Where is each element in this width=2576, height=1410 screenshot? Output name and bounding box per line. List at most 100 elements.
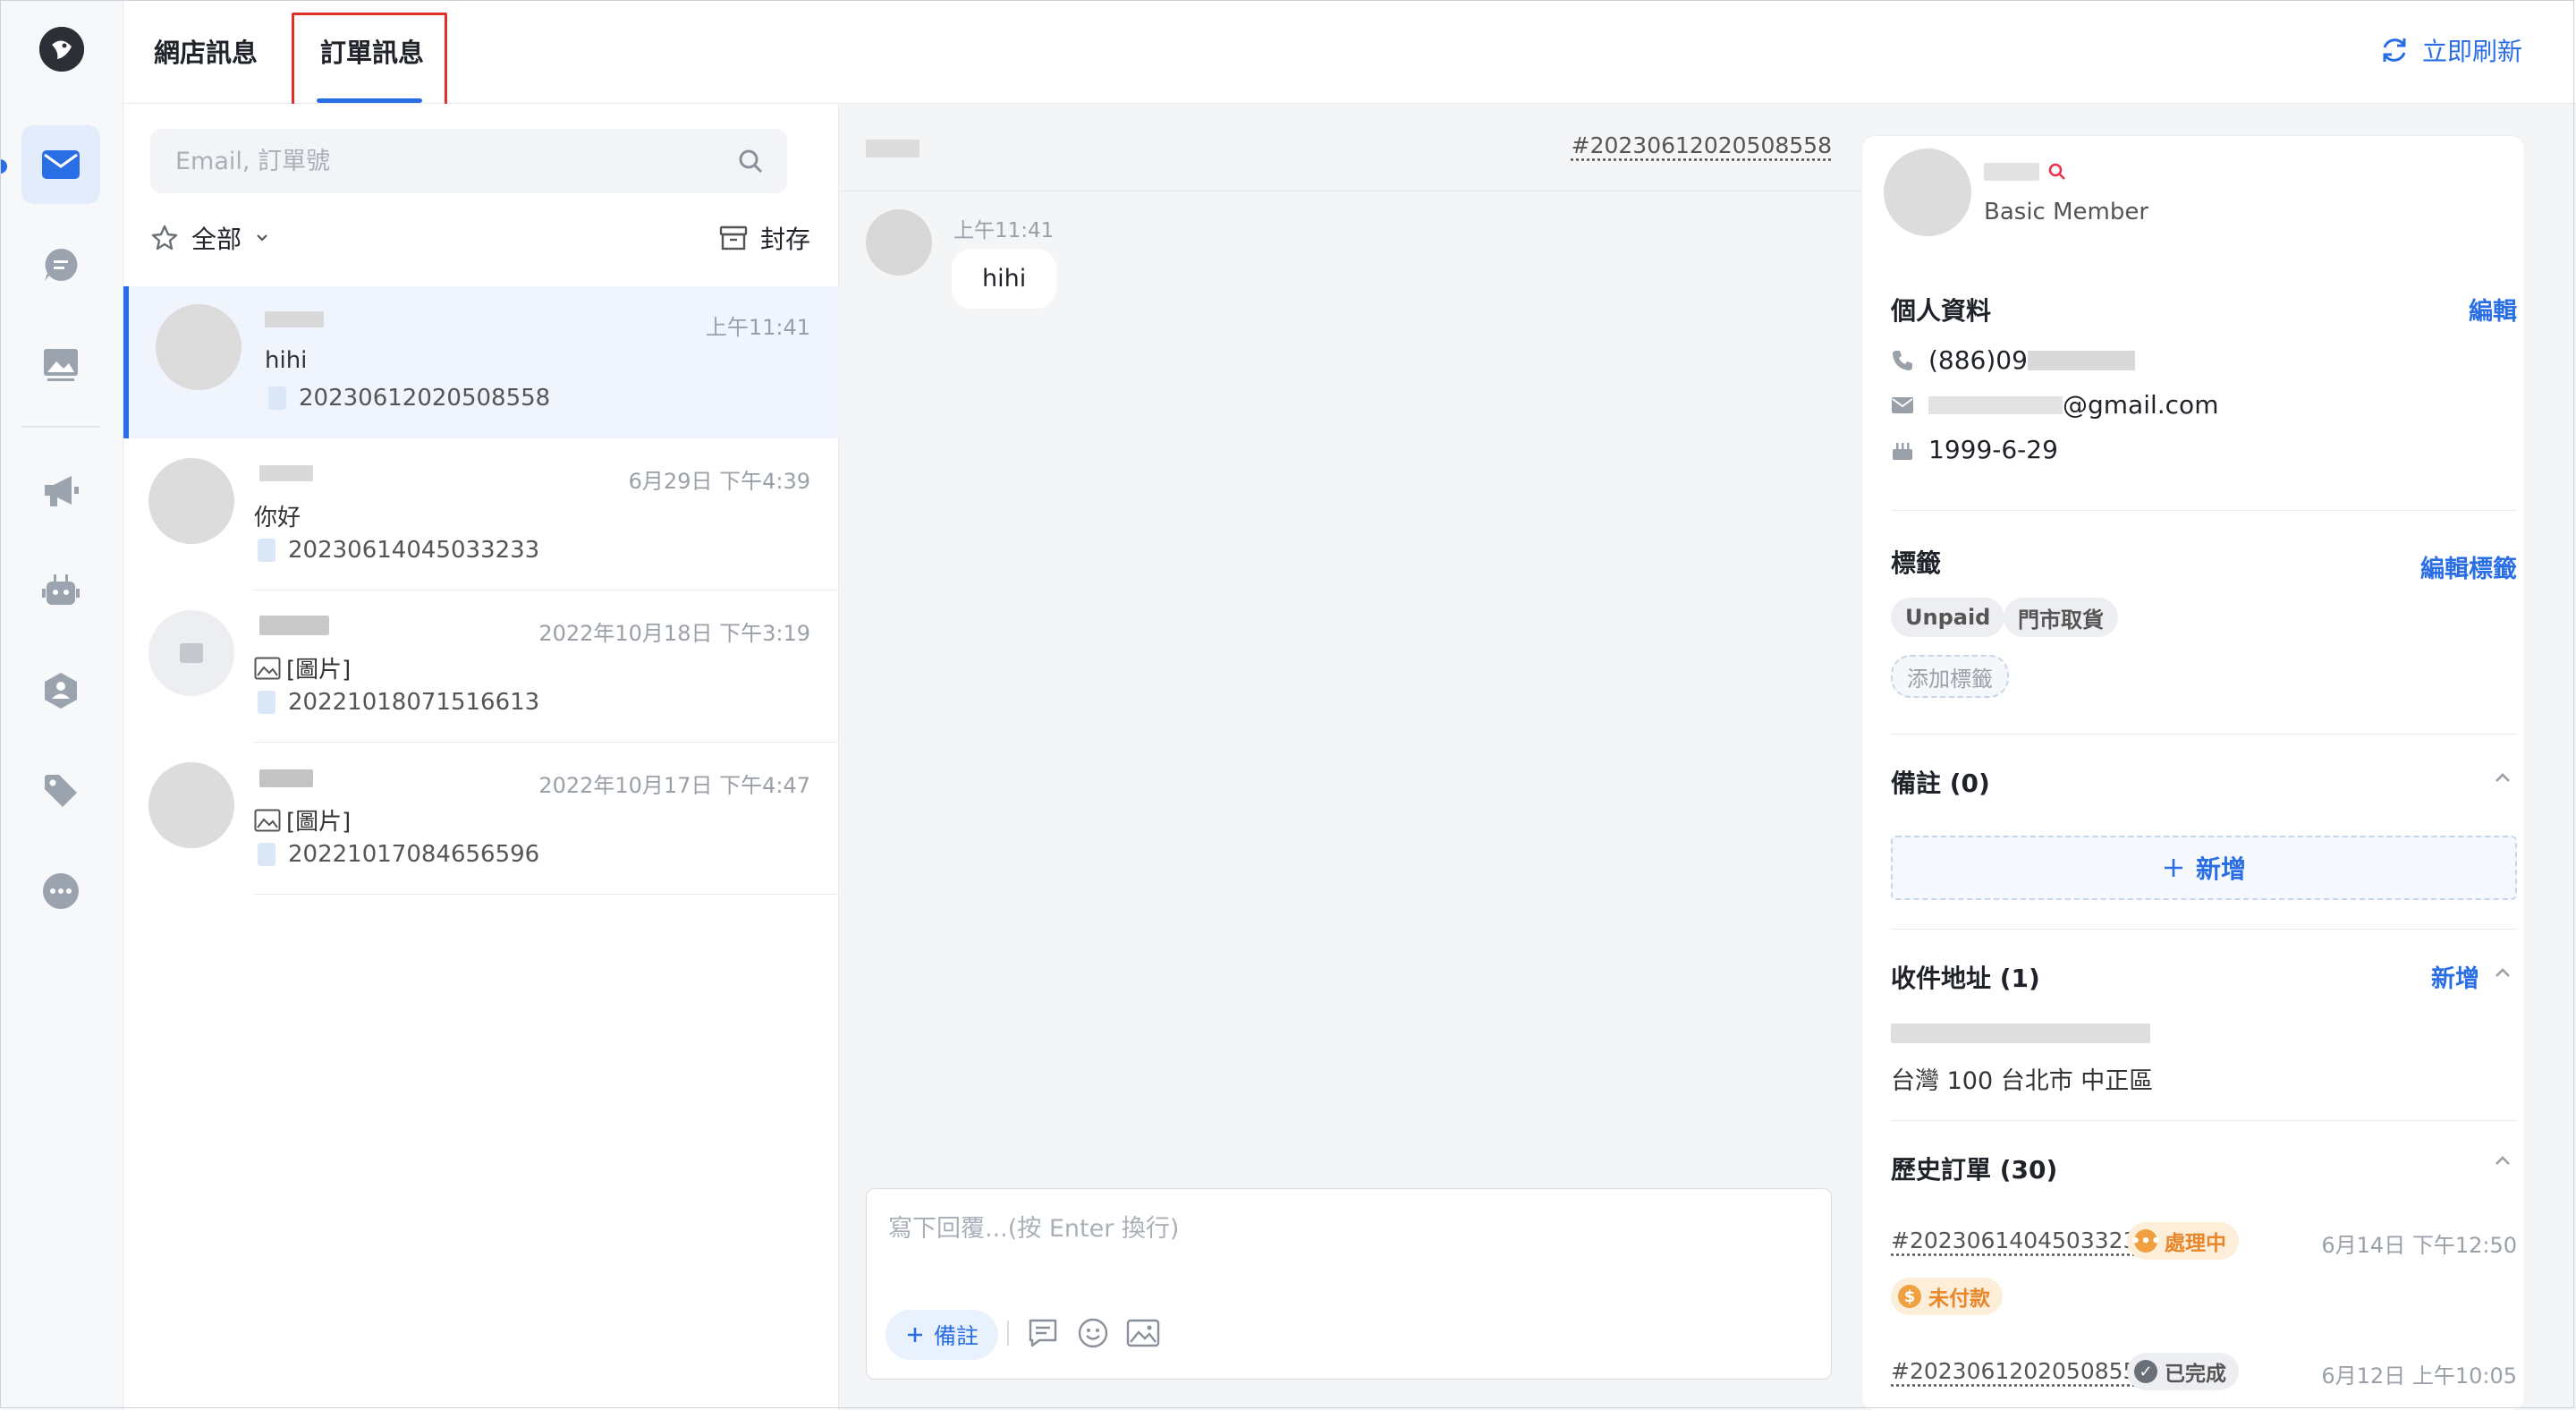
preview-text: hihi: [265, 347, 308, 374]
tag-chip-store-pickup: 門市取貨: [2004, 598, 2118, 637]
reply-composer: [866, 1188, 1832, 1380]
message-time: 上午11:41: [953, 219, 1055, 242]
conversation-preview: [圖片]: [254, 651, 351, 684]
archive-box-icon: [719, 225, 748, 251]
image-icon: [254, 657, 281, 679]
conversation-item[interactable]: 上午11:41 hihi 20230612020508558: [123, 286, 839, 438]
emoji-button[interactable]: [1075, 1315, 1111, 1351]
refresh-button[interactable]: 立即刷新: [2379, 32, 2522, 68]
status-badge-processing: ••• 處理中: [2127, 1222, 2239, 1260]
status-text: 已完成: [2165, 1363, 2226, 1386]
conversation-order: 20221017084656596: [258, 841, 539, 868]
star-icon: [151, 225, 178, 251]
address-title: 收件地址 (1): [1891, 964, 2040, 993]
document-icon: [258, 539, 275, 562]
robot-icon: [42, 574, 80, 605]
order-number: 20221017084656596: [288, 841, 540, 868]
search-box: [150, 129, 787, 193]
dollar-icon: $: [1898, 1285, 1921, 1308]
mail-icon: [42, 150, 80, 179]
plus-icon: [2164, 859, 2182, 877]
top-bar: [123, 0, 2576, 104]
active-indicator: [0, 159, 7, 174]
contact-name-blurred: [259, 769, 313, 787]
quick-reply-button[interactable]: [1025, 1315, 1061, 1351]
nav-broadcast[interactable]: [21, 451, 100, 530]
conversation-time: 2022年10月17日 下午4:47: [538, 773, 810, 798]
customer-avatar: [1884, 149, 1971, 236]
rail-separator: [21, 426, 100, 428]
section-divider: [1891, 1120, 2517, 1121]
attach-image-button[interactable]: [1125, 1315, 1161, 1351]
row-divider: [254, 894, 839, 895]
phone-blurred: [2027, 350, 2135, 370]
chevron-up-icon[interactable]: [2490, 1149, 2515, 1174]
conversation-item[interactable]: 2022年10月18日 下午3:19 [圖片] 2022101807151661…: [123, 590, 839, 743]
avatar-placeholder: [148, 610, 234, 696]
conversation-preview: 你好: [254, 499, 301, 532]
tag-chip-unpaid: Unpaid: [1891, 598, 2005, 637]
section-divider: [1891, 510, 2517, 511]
status-badge-completed: ✓ 已完成: [2127, 1353, 2239, 1390]
add-note-label: 新增: [2195, 854, 2246, 884]
conversation-item[interactable]: 6月29日 下午4:39 你好 20230614045033233: [123, 438, 839, 590]
add-note-button[interactable]: 備註: [886, 1310, 999, 1360]
preview-text: [圖片]: [286, 809, 352, 836]
left-rail: [0, 0, 123, 1410]
personal-info-title: 個人資料: [1891, 296, 1992, 326]
payment-text: 未付款: [1928, 1287, 1990, 1311]
order-number: 20230612020508558: [299, 385, 551, 412]
chat-order-link[interactable]: #20230612020508558: [1572, 132, 1832, 158]
edit-profile-button[interactable]: 編輯: [2469, 292, 2517, 327]
add-address-button[interactable]: 新增: [2431, 959, 2479, 994]
contact-name-blurred: [259, 465, 313, 481]
email-blurred: [1928, 395, 2063, 414]
history-order-time: 6月12日 上午10:05: [2321, 1363, 2517, 1389]
archive-button[interactable]: 封存: [719, 220, 810, 256]
document-icon: [258, 843, 275, 866]
add-tag-button[interactable]: 添加標籤: [1891, 655, 2009, 698]
nav-media[interactable]: [21, 326, 100, 404]
chevron-up-icon[interactable]: [2490, 961, 2515, 986]
search-input[interactable]: [174, 146, 678, 176]
history-order-link[interactable]: #20230614045033233: [1891, 1227, 2151, 1253]
tab-store-messages[interactable]: 網店訊息: [154, 32, 258, 70]
conversation-order: 20221018071516613: [258, 689, 539, 716]
preview-text: 你好: [254, 505, 301, 531]
megaphone-icon: [45, 476, 79, 506]
nav-bot[interactable]: [21, 551, 100, 630]
reply-input[interactable]: [886, 1207, 1811, 1282]
section-divider: [1891, 734, 2517, 735]
nav-tags[interactable]: [21, 752, 100, 830]
preview-text: [圖片]: [286, 657, 352, 684]
nav-messages[interactable]: [21, 125, 100, 204]
add-note-box[interactable]: 新增: [1891, 836, 2517, 900]
search-icon[interactable]: [737, 148, 764, 174]
conversation-time: 上午11:41: [705, 315, 810, 340]
payment-badge-unpaid: $ 未付款: [1891, 1278, 2003, 1315]
image-gallery-icon: [44, 349, 78, 381]
avatar: [148, 458, 234, 544]
more-dots-icon: •••: [2131, 1229, 2161, 1253]
history-order-time: 6月14日 下午12:50: [2321, 1233, 2517, 1258]
nav-chat[interactable]: [21, 225, 100, 304]
nav-more[interactable]: [21, 852, 100, 930]
recipient-blurred: [1891, 1024, 2150, 1043]
filter-dropdown[interactable]: 全部: [150, 220, 270, 256]
note-label: 備註: [934, 1323, 979, 1349]
archive-label: 封存: [760, 225, 811, 254]
chat-contact-blurred: [866, 140, 919, 157]
member-hexagon-icon: [45, 673, 77, 709]
conversation-order: 20230612020508558: [268, 385, 550, 412]
edit-tags-button[interactable]: 編輯標籤: [2420, 549, 2517, 584]
nav-members[interactable]: [21, 651, 100, 730]
history-order-link[interactable]: #20230612020508558: [1891, 1358, 2151, 1384]
refresh-icon: [2383, 38, 2406, 62]
plus-icon: [908, 1328, 922, 1342]
highlight-annotation: [292, 13, 447, 113]
chevron-up-icon[interactable]: [2490, 766, 2515, 791]
member-search-icon[interactable]: [2046, 161, 2068, 183]
conversation-preview: [圖片]: [254, 803, 351, 837]
birthday: 1999-6-29: [1928, 435, 2058, 464]
conversation-item[interactable]: 2022年10月17日 下午4:47 [圖片] 2022101708465659…: [123, 743, 839, 895]
